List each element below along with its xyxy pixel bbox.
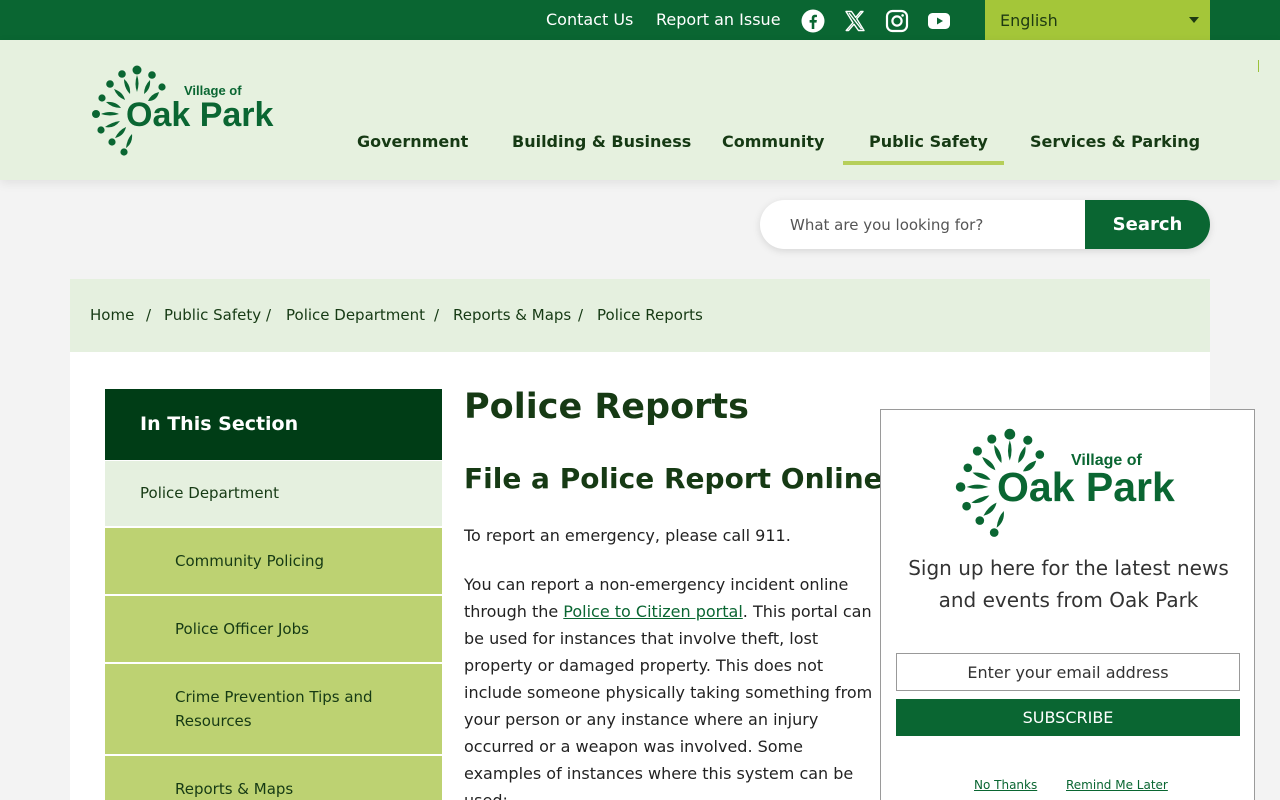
sidebar-item-label: Crime Prevention Tips and [175, 688, 373, 706]
sidebar-item-reports-maps[interactable]: Reports & Maps [105, 756, 442, 800]
section-nav-title: In This Section [140, 413, 299, 435]
body-text: . This portal can be used for instances … [464, 602, 873, 800]
nav-community[interactable]: Community [722, 132, 824, 151]
sidebar-item-label: Community Policing [175, 552, 325, 570]
email-field[interactable] [896, 653, 1240, 691]
nav-building-business[interactable]: Building & Business [512, 132, 691, 151]
breadcrumb-separator: / [146, 306, 152, 324]
section-nav-heading: In This Section [105, 389, 442, 460]
logo-line2: Oak Park [126, 96, 274, 134]
sidebar-item-police-department[interactable]: Police Department [105, 461, 442, 526]
instagram-icon[interactable] [885, 9, 909, 33]
section-heading: File a Police Report Online [464, 462, 883, 495]
nav-services-parking[interactable]: Services & Parking [1030, 132, 1200, 151]
facebook-icon[interactable] [801, 9, 825, 33]
breadcrumb-separator: / [434, 306, 440, 324]
search-bar: Search [760, 200, 1210, 249]
language-label: English [1000, 11, 1058, 30]
youtube-icon[interactable] [927, 9, 951, 33]
sidebar-item-community-policing[interactable]: Community Policing [105, 528, 442, 594]
popup-logo-line2: Oak Park [997, 464, 1175, 510]
popup-message: Sign up here for the latest news and eve… [908, 556, 1229, 612]
sidebar-item-police-officer-jobs[interactable]: Police Officer Jobs [105, 596, 442, 662]
page-title: Police Reports [464, 387, 749, 427]
sidebar-item-label: Police Department [140, 484, 280, 502]
breadcrumb-current: Police Reports [597, 306, 703, 324]
utility-bar: Contact Us Report an Issue English [0, 0, 1280, 40]
language-select[interactable]: English [985, 0, 1210, 40]
breadcrumb-separator: / [266, 306, 272, 324]
no-thanks-link[interactable]: No Thanks [974, 778, 1037, 792]
sidebar-item-label: Resources [175, 712, 252, 730]
sidebar-item-crime-prevention[interactable]: Crime Prevention Tips and Resources [105, 664, 442, 754]
oak-park-logo: Village of Oak Park [955, 428, 1175, 537]
sidebar-item-label: Reports & Maps [175, 780, 294, 798]
nav-government[interactable]: Government [357, 132, 468, 151]
body-paragraph: You can report a non-emergency incident … [464, 571, 874, 800]
nav-active-indicator [843, 161, 1004, 165]
subscribe-button[interactable]: SUBSCRIBE [896, 699, 1240, 736]
oak-park-logo[interactable]: Village of Oak Park [88, 64, 278, 156]
search-input[interactable] [760, 200, 1085, 249]
breadcrumb-home[interactable]: Home [90, 306, 134, 324]
x-twitter-icon[interactable] [843, 9, 867, 33]
nav-public-safety[interactable]: Public Safety [869, 132, 988, 151]
site-header: Village of Oak Park Government Building … [0, 40, 1280, 180]
contact-us-link[interactable]: Contact Us [546, 10, 633, 29]
chevron-down-icon [1189, 17, 1199, 23]
breadcrumb-public-safety[interactable]: Public Safety [164, 306, 261, 324]
divider [1258, 60, 1259, 72]
police-to-citizen-link[interactable]: Police to Citizen portal [563, 602, 742, 621]
emergency-text: To report an emergency, please call 911. [464, 526, 791, 545]
remind-me-later-link[interactable]: Remind Me Later [1066, 778, 1168, 792]
report-an-issue-link[interactable]: Report an Issue [656, 10, 781, 29]
newsletter-popup: Village of Oak Park Sign up here for the… [880, 409, 1255, 800]
sidebar-item-label: Police Officer Jobs [175, 620, 309, 638]
search-button[interactable]: Search [1085, 200, 1210, 249]
breadcrumb-police-department[interactable]: Police Department [286, 306, 425, 324]
breadcrumb: Home / Public Safety / Police Department… [70, 279, 1210, 352]
breadcrumb-separator: / [578, 306, 584, 324]
breadcrumb-reports-maps[interactable]: Reports & Maps [453, 306, 571, 324]
